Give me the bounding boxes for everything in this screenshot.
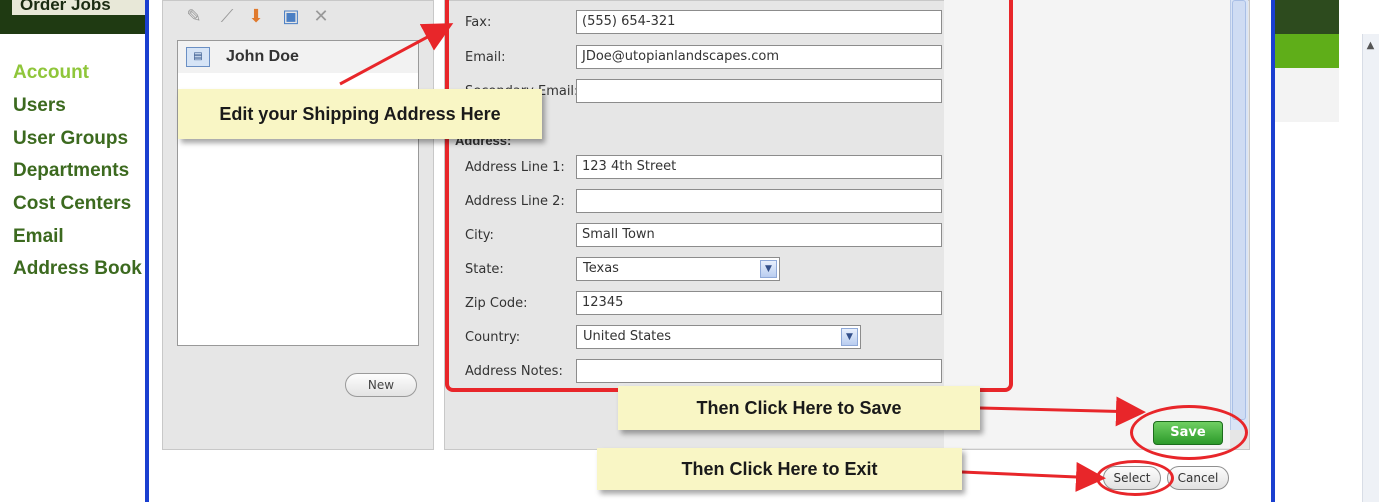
arrow-to-select — [961, 461, 1106, 492]
arrow-to-form — [339, 23, 454, 86]
callout-edit-address: Edit your Shipping Address Here — [178, 89, 542, 139]
callout-save: Then Click Here to Save — [618, 386, 980, 430]
arrow-to-save — [979, 396, 1146, 427]
callout-exit: Then Click Here to Exit — [597, 448, 962, 490]
